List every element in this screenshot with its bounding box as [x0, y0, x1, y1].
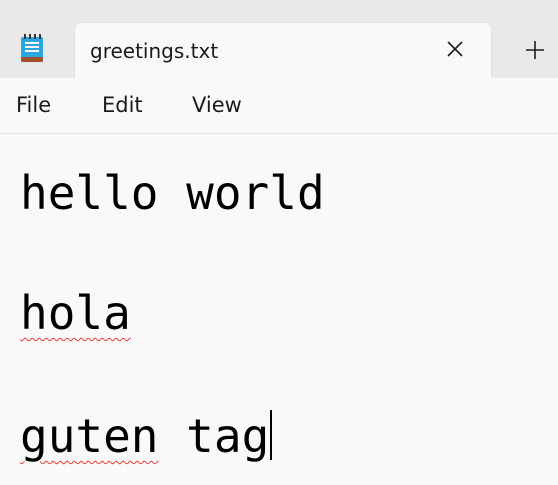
close-icon[interactable]	[445, 39, 465, 59]
text-editor[interactable]: hello world hola guten tag	[0, 135, 558, 485]
editor-text: tag	[158, 409, 270, 463]
editor-line: hello world	[20, 166, 325, 220]
plus-icon[interactable]	[524, 39, 546, 61]
editor-line: hola	[20, 290, 131, 336]
title-bar: greetings.txt	[0, 0, 558, 79]
misspelled-word: guten	[20, 409, 159, 463]
menu-edit[interactable]: Edit	[102, 93, 143, 117]
tab-greetings[interactable]: greetings.txt	[74, 22, 492, 79]
editor-line: guten tag	[20, 409, 273, 463]
notepad-icon	[21, 34, 43, 62]
menu-bar: File Edit View	[0, 78, 558, 134]
tab-title: greetings.txt	[90, 39, 219, 63]
text-caret	[270, 410, 273, 460]
menu-view[interactable]: View	[192, 93, 242, 117]
misspelled-word: hola	[20, 286, 131, 340]
menu-file[interactable]: File	[16, 93, 51, 117]
